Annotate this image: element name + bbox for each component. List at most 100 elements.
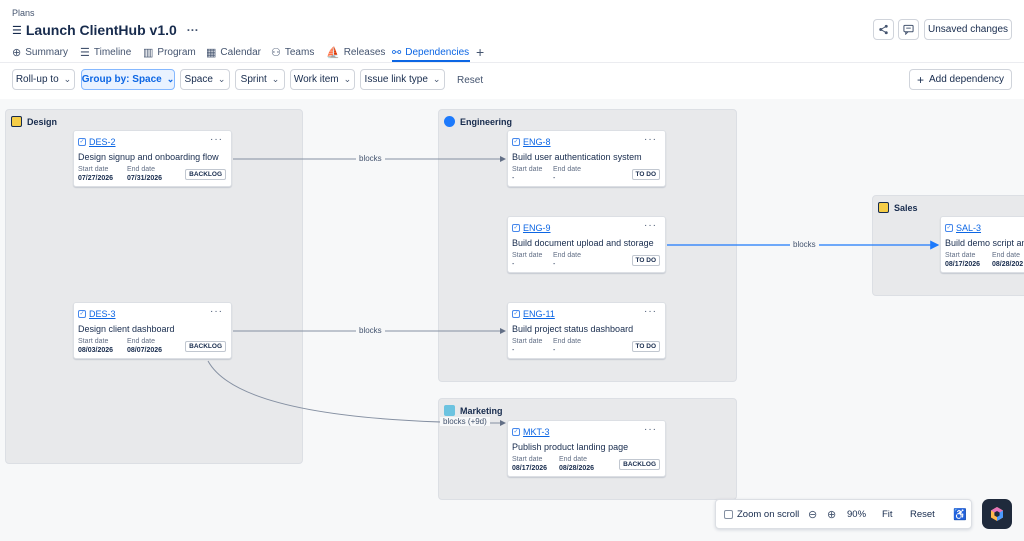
card-key-link[interactable]: DES-2 bbox=[89, 137, 116, 147]
card-more-button[interactable]: ··· bbox=[644, 220, 657, 231]
tab-releases[interactable]: ⛵ Releases bbox=[326, 44, 385, 60]
card-des-3[interactable]: ✓ DES-3 ··· Design client dashboard Star… bbox=[73, 302, 232, 359]
plan-title-row: ☰ Launch ClientHub v1.0 ··· bbox=[12, 22, 199, 38]
card-key-link[interactable]: ENG-8 bbox=[523, 137, 551, 147]
card-more-button[interactable]: ··· bbox=[210, 134, 223, 145]
chevron-down-icon: ⌄ bbox=[166, 74, 175, 84]
end-date-label: End date bbox=[553, 166, 582, 173]
edge-label-des2-eng8: blocks bbox=[356, 154, 385, 163]
tab-teams[interactable]: ⚇ Teams bbox=[271, 44, 314, 60]
add-dependency-button[interactable]: + Add dependency bbox=[909, 69, 1012, 90]
card-key-link[interactable]: ENG-9 bbox=[523, 223, 551, 233]
card-more-button[interactable]: ··· bbox=[644, 424, 657, 435]
share-button[interactable] bbox=[873, 19, 894, 40]
start-date-value: - bbox=[512, 175, 515, 182]
card-sal-3[interactable]: ✓ SAL-3 Build demo script and Start date… bbox=[940, 216, 1024, 273]
task-icon: ✓ bbox=[78, 310, 86, 318]
accessibility-icon[interactable]: ♿ bbox=[953, 508, 967, 521]
plan-more-button[interactable]: ··· bbox=[187, 23, 199, 37]
toolbar-reset-button[interactable]: Reset bbox=[457, 75, 483, 86]
end-date-label: End date bbox=[553, 338, 582, 345]
zoom-on-scroll-checkbox[interactable] bbox=[724, 510, 733, 519]
card-more-button[interactable]: ··· bbox=[644, 134, 657, 145]
card-title: Build user authentication system bbox=[512, 152, 642, 162]
end-date-label: End date bbox=[553, 252, 582, 259]
assistant-logo-icon bbox=[991, 507, 1003, 521]
card-title: Build project status dashboard bbox=[512, 324, 634, 334]
end-date-label: End date bbox=[127, 338, 156, 345]
card-key-link[interactable]: SAL-3 bbox=[956, 223, 981, 233]
start-date-label: Start date bbox=[945, 252, 976, 259]
feedback-button[interactable] bbox=[898, 19, 919, 40]
chevron-down-icon: ⌄ bbox=[271, 74, 280, 84]
card-title: Design signup and onboarding flow bbox=[78, 152, 219, 162]
start-date-label: Start date bbox=[512, 252, 543, 259]
card-eng-11[interactable]: ✓ ENG-11 ··· Build project status dashbo… bbox=[507, 302, 666, 359]
tab-dependencies[interactable]: ⚯ Dependencies bbox=[392, 44, 469, 60]
zoom-fit-button[interactable]: Fit bbox=[882, 509, 893, 520]
start-date-value: - bbox=[512, 347, 515, 354]
card-eng-9[interactable]: ✓ ENG-9 ··· Build document upload and st… bbox=[507, 216, 666, 273]
plan-icon: ☰ bbox=[12, 24, 22, 37]
start-date-value: 08/03/2026 bbox=[78, 347, 114, 354]
edge-label-eng9-sal3: blocks bbox=[790, 240, 819, 249]
issuelink-dropdown[interactable]: Issue link type ⌄ bbox=[360, 69, 445, 90]
card-mkt-3[interactable]: ✓ MKT-3 ··· Publish product landing page… bbox=[507, 420, 666, 477]
start-date-label: Start date bbox=[78, 338, 109, 345]
tab-calendar[interactable]: ▦ Calendar bbox=[206, 44, 261, 60]
space-dropdown[interactable]: Space ⌄ bbox=[180, 69, 230, 90]
zoom-reset-button[interactable]: Reset bbox=[910, 509, 935, 520]
card-title: Design client dashboard bbox=[78, 324, 175, 334]
card-key-link[interactable]: ENG-11 bbox=[523, 309, 555, 319]
assistant-button[interactable] bbox=[982, 499, 1012, 529]
status-badge: TO DO bbox=[631, 341, 660, 352]
end-date-value: - bbox=[553, 175, 556, 182]
workitem-dropdown[interactable]: Work item ⌄ bbox=[290, 69, 355, 90]
tab-summary[interactable]: ⊕ Summary bbox=[12, 44, 68, 60]
start-date-label: Start date bbox=[512, 338, 543, 345]
start-date-label: Start date bbox=[512, 456, 543, 463]
tab-program[interactable]: ▥ Program bbox=[143, 44, 196, 60]
plus-icon: + bbox=[916, 72, 924, 87]
status-badge: BACKLOG bbox=[185, 169, 226, 180]
start-date-value: 08/17/2026 bbox=[945, 261, 981, 268]
zoom-on-scroll-label: Zoom on scroll bbox=[737, 509, 800, 520]
edge-label-des3-mkt3: blocks (+9d) bbox=[440, 417, 490, 426]
teams-icon: ⚇ bbox=[271, 46, 281, 59]
end-date-value: 08/28/202 bbox=[992, 261, 1024, 268]
end-date-value: 08/07/2026 bbox=[127, 347, 163, 354]
unsaved-changes-button[interactable]: Unsaved changes bbox=[924, 19, 1012, 40]
card-more-button[interactable]: ··· bbox=[210, 306, 223, 317]
card-key-link[interactable]: DES-3 bbox=[89, 309, 116, 319]
card-eng-8[interactable]: ✓ ENG-8 ··· Build user authentication sy… bbox=[507, 130, 666, 187]
breadcrumb[interactable]: Plans bbox=[12, 8, 35, 18]
status-badge: BACKLOG bbox=[185, 341, 226, 352]
edge-label-des3-eng11: blocks bbox=[356, 326, 385, 335]
card-key-link[interactable]: MKT-3 bbox=[523, 427, 550, 437]
rollup-dropdown[interactable]: Roll-up to ⌄ bbox=[12, 69, 75, 90]
tab-timeline[interactable]: ☰ Timeline bbox=[80, 44, 131, 60]
chevron-down-icon: ⌄ bbox=[432, 74, 441, 84]
chevron-down-icon: ⌄ bbox=[63, 74, 72, 84]
globe-icon: ⊕ bbox=[12, 46, 22, 59]
zoom-out-icon[interactable]: ⊖ bbox=[808, 508, 817, 521]
card-more-button[interactable]: ··· bbox=[644, 306, 657, 317]
dependency-canvas[interactable]: Design Engineering Sales Marketing block… bbox=[0, 99, 1024, 541]
status-badge: BACKLOG bbox=[619, 459, 660, 470]
end-date-value: - bbox=[553, 347, 556, 354]
feedback-icon bbox=[903, 24, 914, 35]
zoom-in-icon[interactable]: ⊕ bbox=[827, 508, 836, 521]
end-date-label: End date bbox=[559, 456, 588, 463]
add-tab-button[interactable]: + bbox=[476, 44, 484, 60]
end-date-value: 08/28/2026 bbox=[559, 465, 595, 472]
groupby-dropdown[interactable]: Group by: Space ⌄ bbox=[81, 69, 175, 90]
start-date-label: Start date bbox=[78, 166, 109, 173]
sprint-dropdown[interactable]: Sprint ⌄ bbox=[235, 69, 285, 90]
dependencies-icon: ⚯ bbox=[392, 46, 402, 59]
task-icon: ✓ bbox=[512, 138, 520, 146]
card-des-2[interactable]: ✓ DES-2 ··· Design signup and onboarding… bbox=[73, 130, 232, 187]
start-date-value: 08/17/2026 bbox=[512, 465, 548, 472]
edge-des3-mkt3[interactable] bbox=[207, 360, 506, 426]
card-title: Build demo script and bbox=[945, 238, 1024, 248]
card-title: Build document upload and storage bbox=[512, 238, 654, 248]
